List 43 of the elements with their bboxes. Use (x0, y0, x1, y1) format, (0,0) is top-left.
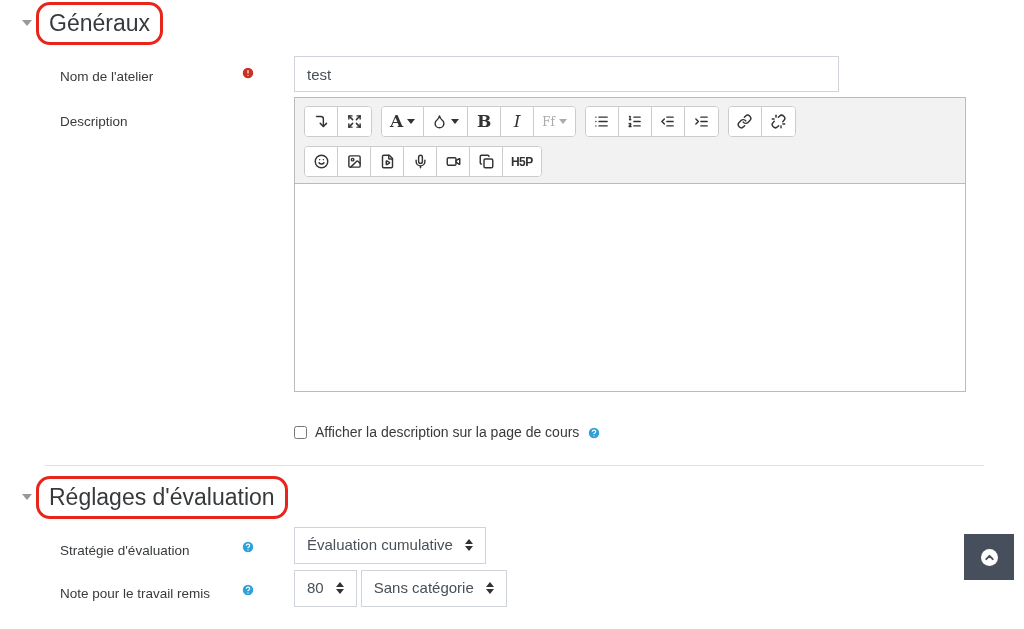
toolbar-button[interactable] (729, 107, 762, 136)
sort-arrows-icon (464, 539, 473, 551)
toolbar-button[interactable] (305, 107, 338, 136)
sort-arrows-icon (485, 582, 494, 594)
copy-icon (478, 154, 494, 169)
field-label: Note pour le travail remis (60, 585, 211, 601)
back-to-top-button[interactable] (964, 534, 1014, 580)
image-icon (346, 154, 362, 169)
numbered-list-icon (627, 114, 643, 129)
caret-icon (559, 119, 567, 124)
indent-icon (694, 114, 709, 129)
link-icon (737, 114, 753, 129)
select-dropdown[interactable]: Évaluation cumulative (294, 526, 486, 564)
help-icon[interactable] (241, 582, 255, 597)
outdent-icon (660, 114, 676, 129)
section-heading[interactable]: Réglages d'évaluation (36, 476, 288, 519)
field-label: Stratégie d'évaluation (60, 542, 190, 558)
bullet-list-icon (594, 114, 610, 129)
toolbar-button[interactable] (586, 107, 619, 136)
caret-icon (451, 119, 460, 124)
unlink-icon (771, 114, 786, 129)
toolbar-button[interactable]: A (382, 107, 425, 136)
checkbox[interactable] (294, 426, 307, 439)
sort-arrows-icon (335, 582, 344, 594)
required-icon (241, 65, 255, 80)
caret-icon (407, 119, 416, 124)
toolbar-button[interactable] (305, 147, 338, 176)
droplet-icon (432, 114, 448, 129)
video-camera-icon (445, 154, 461, 169)
help-icon[interactable] (241, 539, 255, 554)
video-file-icon (379, 154, 395, 169)
field-label: Nom de l'atelier (60, 68, 154, 84)
enter-arrow-icon (313, 114, 329, 129)
section-heading[interactable]: Généraux (36, 2, 163, 45)
smiley-icon (313, 154, 329, 169)
microphone-icon (412, 154, 428, 169)
field-label: Description (60, 114, 128, 129)
text-input[interactable]: test (294, 56, 839, 92)
checkbox-label: Afficher la description sur la page de cours (315, 423, 580, 442)
help-icon[interactable] (587, 425, 602, 440)
select-dropdown[interactable]: 80 (294, 569, 357, 607)
expand-icon (347, 114, 362, 129)
select-dropdown[interactable]: Sans catégorie (360, 569, 507, 607)
